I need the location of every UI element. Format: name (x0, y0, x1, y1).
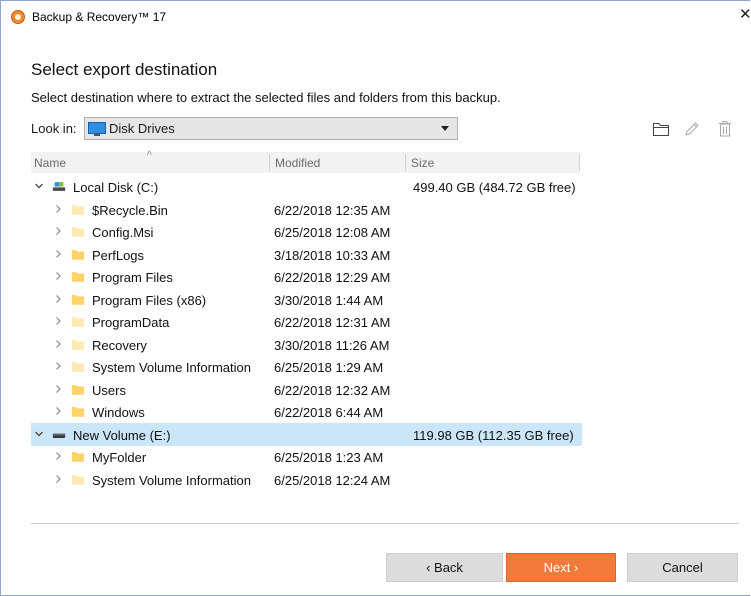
folder-row[interactable]: $Recycle.Bin 6/22/2018 12:35 AM (31, 198, 582, 221)
chevron-right-icon[interactable] (53, 473, 63, 485)
hidden-folder-icon (71, 362, 85, 372)
folder-row[interactable]: PerfLogs 3/18/2018 10:33 AM (31, 243, 582, 266)
item-modified: 6/25/2018 1:23 AM (274, 450, 384, 465)
item-name: Local Disk (C:) (73, 180, 159, 195)
drive-row[interactable]: Local Disk (C:) 499.40 GB (484.72 GB free… (31, 175, 582, 198)
app-logo-icon (11, 10, 25, 24)
item-name: Config.Msi (92, 225, 154, 240)
folder-icon (71, 272, 85, 282)
folder-row[interactable]: Program Files (x86) 3/30/2018 1:44 AM (31, 288, 582, 311)
folder-row[interactable]: Recovery 3/30/2018 11:26 AM (31, 333, 582, 356)
item-modified: 3/30/2018 11:26 AM (274, 338, 390, 353)
chevron-right-icon[interactable] (53, 360, 63, 372)
disk-drives-icon (88, 122, 106, 136)
item-modified: 6/25/2018 12:08 AM (274, 225, 391, 240)
item-name: MyFolder (92, 450, 147, 465)
back-button[interactable]: ‹ Back (386, 553, 503, 582)
item-size: 499.40 GB (484.72 GB free) (413, 180, 576, 195)
item-modified: 6/25/2018 1:29 AM (274, 360, 384, 375)
chevron-right-icon[interactable] (53, 383, 63, 395)
hidden-folder-icon (71, 475, 85, 485)
divider (31, 523, 738, 524)
chevron-down-icon[interactable] (34, 180, 44, 192)
item-name: System Volume Information (92, 360, 251, 375)
column-separator[interactable] (269, 154, 270, 171)
item-name: Program Files (92, 270, 173, 285)
folder-row[interactable]: ProgramData 6/22/2018 12:31 AM (31, 310, 582, 333)
look-in-label: Look in: (31, 121, 77, 136)
file-list-header: ^ Name Modified Size (31, 150, 580, 173)
folder-row[interactable]: Windows 6/22/2018 6:44 AM (31, 400, 582, 423)
close-button[interactable]: ✕ (739, 6, 751, 24)
column-separator[interactable] (579, 154, 580, 171)
chevron-down-icon[interactable] (34, 428, 44, 440)
column-header-name[interactable]: Name (34, 156, 66, 170)
chevron-right-icon[interactable] (53, 315, 63, 327)
folder-row[interactable]: MyFolder 6/25/2018 1:23 AM (31, 445, 582, 468)
item-name: ProgramData (92, 315, 170, 330)
item-modified: 3/18/2018 10:33 AM (274, 248, 391, 263)
chevron-right-icon[interactable] (53, 405, 63, 417)
page-title: Select export destination (31, 60, 218, 79)
chevron-down-icon[interactable] (441, 126, 449, 131)
chevron-right-icon[interactable] (53, 293, 63, 305)
hidden-folder-icon (71, 205, 85, 215)
local-disk-icon (52, 182, 66, 191)
item-name: Program Files (x86) (92, 293, 207, 308)
drive-row[interactable]: New Volume (E:) 119.98 GB (112.35 GB free… (31, 423, 582, 446)
folder-row[interactable]: System Volume Information 6/25/2018 12:24… (31, 468, 582, 491)
item-name: System Volume Information (92, 473, 251, 488)
chevron-right-icon[interactable] (53, 450, 63, 462)
chevron-right-icon[interactable] (53, 225, 63, 237)
new-folder-icon[interactable] (652, 120, 670, 138)
folder-icon (71, 295, 85, 305)
folder-row[interactable]: Config.Msi 6/25/2018 12:08 AM (31, 220, 582, 243)
item-name: Recovery (92, 338, 147, 353)
folder-icon (71, 385, 85, 395)
sort-ascending-icon: ^ (147, 150, 152, 161)
item-name: Users (92, 383, 126, 398)
folder-icon (71, 452, 85, 462)
hidden-folder-icon (71, 340, 85, 350)
folder-row[interactable]: Program Files 6/22/2018 12:29 AM (31, 265, 582, 288)
folder-icon (71, 250, 85, 260)
item-name: $Recycle.Bin (92, 203, 168, 218)
item-name: New Volume (E:) (73, 428, 171, 443)
folder-row[interactable]: System Volume Information 6/25/2018 1:29 … (31, 355, 582, 378)
item-modified: 6/22/2018 12:31 AM (274, 315, 391, 330)
window-title: Backup & Recovery™ 17 (32, 10, 167, 24)
volume-drive-icon (52, 433, 66, 438)
look-in-dropdown[interactable]: Disk Drives (84, 117, 458, 140)
chevron-right-icon[interactable] (53, 270, 63, 282)
chevron-right-icon[interactable] (53, 203, 63, 215)
item-size: 119.98 GB (112.35 GB free) (413, 428, 574, 443)
item-modified: 6/22/2018 12:29 AM (274, 270, 391, 285)
column-header-size[interactable]: Size (411, 156, 434, 170)
hidden-folder-icon (71, 317, 85, 327)
item-modified: 6/22/2018 12:35 AM (274, 203, 391, 218)
item-modified: 3/30/2018 1:44 AM (274, 293, 384, 308)
rename-pencil-icon[interactable] (683, 120, 701, 138)
next-button[interactable]: Next › (506, 553, 616, 582)
chevron-right-icon[interactable] (53, 338, 63, 350)
delete-trash-icon[interactable] (716, 120, 734, 138)
cancel-button[interactable]: Cancel (627, 553, 738, 582)
page-subtitle: Select destination where to extract the … (31, 90, 501, 105)
column-separator[interactable] (405, 154, 406, 171)
item-modified: 6/22/2018 12:32 AM (274, 383, 391, 398)
column-header-modified[interactable]: Modified (275, 156, 320, 170)
item-modified: 6/25/2018 12:24 AM (274, 473, 391, 488)
folder-row[interactable]: Users 6/22/2018 12:32 AM (31, 378, 582, 401)
look-in-value: Disk Drives (109, 121, 175, 136)
item-name: Windows (92, 405, 145, 420)
item-modified: 6/22/2018 6:44 AM (274, 405, 384, 420)
folder-icon (71, 407, 85, 417)
title-bar: Backup & Recovery™ 17 ✕ (0, 0, 751, 30)
hidden-folder-icon (71, 227, 85, 237)
chevron-right-icon[interactable] (53, 248, 63, 260)
item-name: PerfLogs (92, 248, 145, 263)
